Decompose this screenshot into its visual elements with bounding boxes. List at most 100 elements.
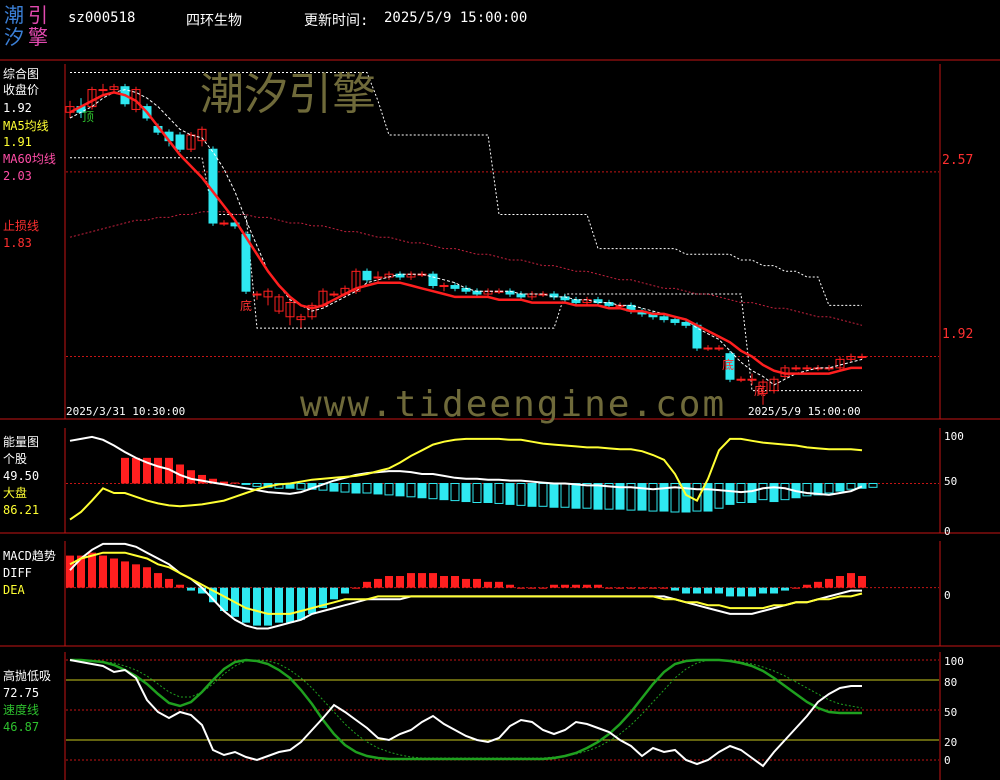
macd-bar [550,584,558,588]
candle-body [329,293,339,296]
energy-stock-label: 个股 [3,452,28,466]
macd-bar [572,584,580,588]
macd-bar [242,587,250,623]
energy-bar [549,483,559,508]
candle-body [208,148,218,224]
energy-bar [725,483,735,505]
macd-bar [825,578,833,588]
macd-bar [110,558,118,588]
candle-body [747,378,757,381]
support-line [70,157,862,392]
energy-title: 能量图 [3,435,40,449]
energy-bar [241,483,251,485]
ma5-value: 1.91 [3,135,32,149]
macd-bar [616,587,624,589]
macd-bar [671,587,679,591]
energy-bar [527,483,537,507]
macd-bar [176,584,184,588]
gaopao-value: 72.75 [3,686,40,700]
macd-bar [297,587,305,620]
energy-bar [231,482,239,484]
energy-bar [516,483,526,506]
candle-body [692,324,702,349]
macd-bar [440,576,448,588]
energy-bar [692,483,702,512]
energy-bar [835,483,845,492]
macd-bar [341,587,349,594]
macd-bar [726,587,734,597]
energy-bar [483,483,493,503]
macd-diff-label: DIFF [3,566,32,580]
macd-bar [99,555,107,588]
macd-bar [451,576,459,588]
macd-bar [429,573,437,588]
candle-body [439,285,449,288]
macd-bar [847,573,855,588]
energy-bar [121,457,129,484]
gaopao-title: 高抛低吸 [3,669,52,683]
bottom-mark-2: 底 [722,358,735,372]
energy-market-value: 86.21 [3,503,40,517]
gaopao-value-line [69,659,862,768]
macd-axis-0: 0 [944,589,951,602]
gaopao-speed-label: 速度线 [3,703,40,717]
macd-bar [308,587,316,614]
macd-title: MACD趋势 [3,549,56,563]
macd-bar [539,587,547,589]
energy-market-label: 大盘 [3,486,28,500]
energy-bar [538,483,548,507]
macd-bar [693,587,701,594]
candle-body [373,276,383,279]
energy-bar [362,483,372,494]
candle-body [659,316,669,321]
candle-body [736,378,746,381]
energy-bar [824,483,834,494]
energy-bar [472,483,482,503]
macd-bar [803,584,811,588]
energy-bar [648,483,658,512]
energy-bar [252,483,262,487]
macd-bar [66,555,74,588]
ma60-label: MA60均线 [3,152,56,166]
energy-bar [384,483,394,496]
macd-bar [649,587,657,589]
energy-bar [769,483,779,503]
energy-bar [560,483,570,508]
energy-bar [461,483,471,503]
energy-bar [780,483,790,501]
candle-body [98,89,108,92]
top-mark: 顶 [82,110,95,124]
bottom-mark-1: 底 [240,299,253,313]
macd-bar [407,573,415,588]
stop-label: 止损线 [3,219,40,233]
energy-bar [582,483,592,509]
watermark-top: 潮汐引擎 [200,69,376,120]
macd-bar [627,587,635,589]
price-level-lower: 1.92 [942,327,974,342]
macd-bar [528,587,536,589]
macd-bar [638,587,646,589]
macd-bar [154,573,162,588]
energy-bar [747,483,757,503]
macd-bar [682,587,690,594]
date-start: 2025/3/31 10:30:00 [66,405,186,418]
gaopao-axis-20: 20 [944,736,958,749]
macd-bar [660,587,668,589]
candle-body [802,367,812,370]
macd-bar [143,567,151,588]
gaopao-speed-value: 46.87 [3,720,40,734]
ma5-label: MA5均线 [3,119,49,133]
energy-bar [593,483,603,510]
ma5-line [69,89,863,386]
candle-body [670,319,680,323]
macd-bar [473,578,481,588]
candle-body [175,134,185,150]
macd-bar [836,576,844,588]
macd-bar [858,576,866,588]
macd-bar [605,587,613,589]
energy-bar [439,483,449,501]
energy-bar [703,483,713,512]
watermark-url: www.tideengine.com [300,384,727,425]
gaopao-axis-100: 100 [944,655,964,668]
energy-bar [406,483,416,498]
